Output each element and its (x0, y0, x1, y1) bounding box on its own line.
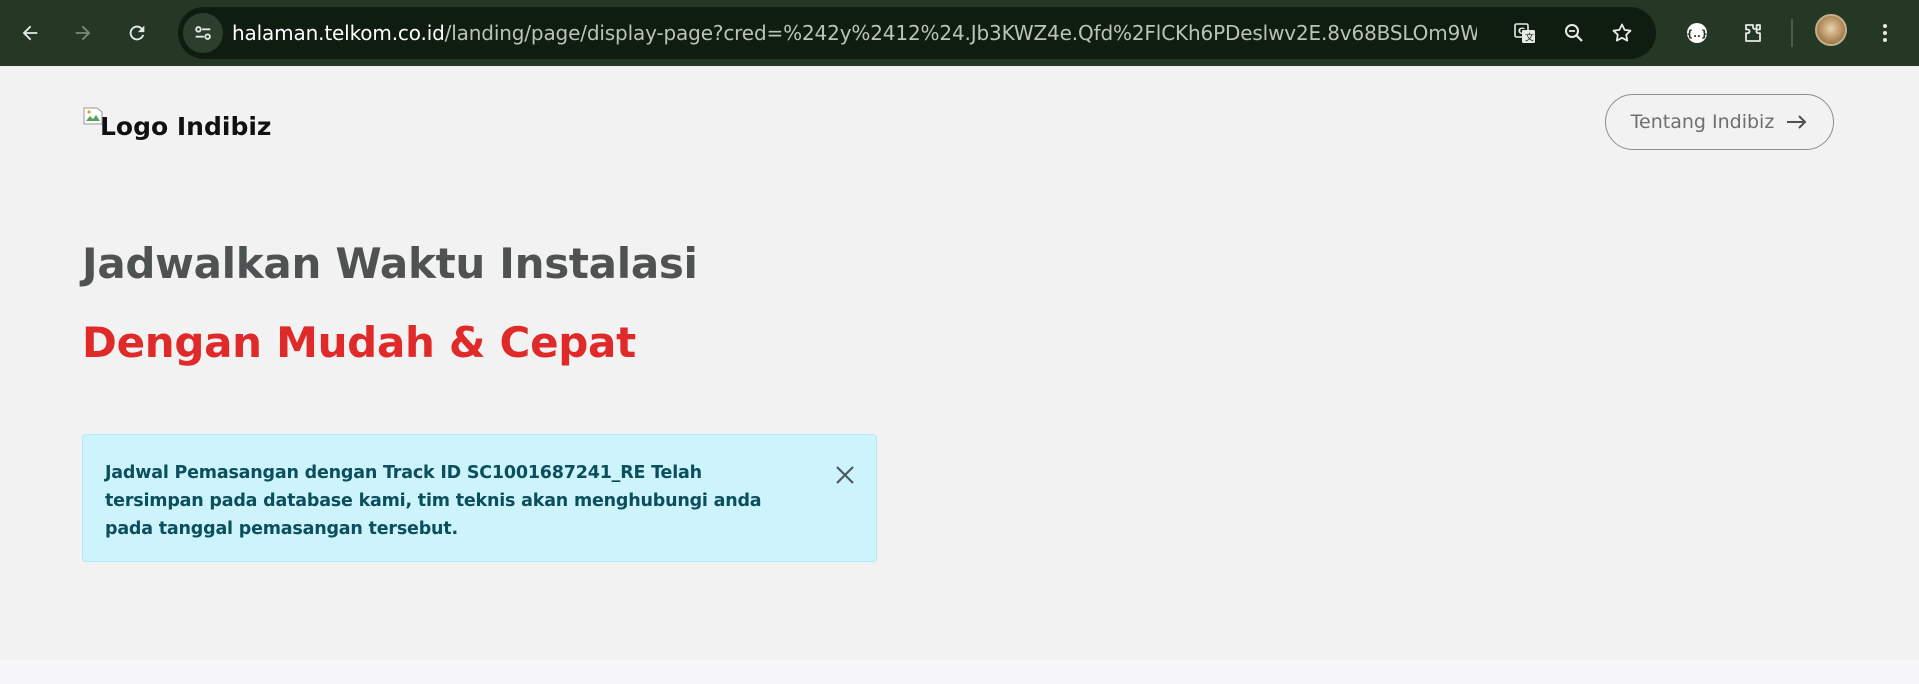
arrow-right-icon (1787, 115, 1807, 129)
extensions-menu-button[interactable] (1735, 15, 1771, 51)
svg-text:文: 文 (1525, 32, 1534, 44)
about-indibiz-label: Tentang Indibiz (1630, 111, 1775, 133)
toolbar-divider (1791, 19, 1793, 47)
browser-toolbar: halaman.telkom.co.id/landing/page/displa… (0, 0, 1919, 66)
url-text[interactable]: halaman.telkom.co.id/landing/page/displa… (232, 21, 1477, 45)
browser-menu-button[interactable] (1867, 15, 1903, 51)
page-title: Jadwalkan Waktu Instalasi (82, 239, 698, 288)
back-icon (22, 25, 38, 41)
page-content: Logo Indibiz Tentang Indibiz Jadwalkan W… (0, 66, 1919, 660)
forward-button[interactable] (63, 13, 103, 53)
reload-button[interactable] (117, 13, 157, 53)
logo-alt-text: Logo Indibiz (100, 112, 272, 141)
broken-image-icon (82, 106, 104, 126)
page-subtitle: Dengan Mudah & Cepat (82, 318, 636, 367)
extension-button[interactable]: {..} (1679, 15, 1715, 51)
reload-icon (129, 25, 145, 41)
profile-avatar[interactable] (1815, 14, 1847, 46)
url-path: /landing/page/display-page?cred=%242y%24… (444, 21, 1477, 45)
about-indibiz-button[interactable]: Tentang Indibiz (1605, 94, 1834, 150)
logo-indibiz[interactable]: Logo Indibiz (82, 106, 271, 142)
alert-message: Jadwal Pemasangan dengan Track ID SC1001… (105, 463, 762, 539)
zoom-button[interactable] (1558, 17, 1590, 49)
success-alert: Jadwal Pemasangan dengan Track ID SC1001… (82, 434, 877, 562)
zoom-icon (1565, 24, 1583, 42)
extension-icon: {..} (1686, 23, 1708, 43)
url-host: halaman.telkom.co.id (232, 21, 445, 45)
back-button[interactable] (10, 13, 50, 53)
forward-icon (75, 25, 91, 41)
translate-button[interactable]: G 文 (1509, 17, 1541, 49)
more-vert-icon (1883, 24, 1887, 42)
svg-text:{..}: {..} (1686, 29, 1708, 40)
site-info-icon (195, 26, 211, 40)
translate-icon: G 文 (1514, 23, 1535, 44)
address-bar[interactable]: halaman.telkom.co.id/landing/page/displa… (178, 7, 1656, 59)
puzzle-icon (1745, 24, 1761, 42)
bookmark-button[interactable] (1606, 17, 1638, 49)
page-footer-strip (0, 660, 1919, 684)
bookmark-star-icon (1612, 23, 1632, 42)
alert-close-button[interactable] (830, 460, 860, 490)
site-info-button[interactable] (183, 13, 223, 53)
close-icon (836, 466, 854, 484)
